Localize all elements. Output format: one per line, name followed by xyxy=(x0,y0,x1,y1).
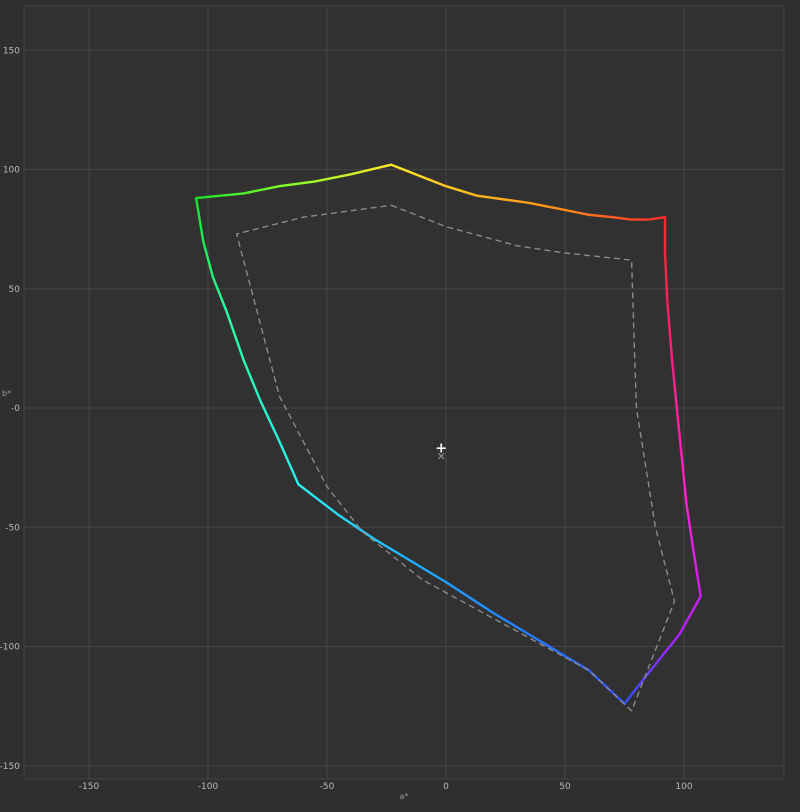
y-axis-label: b* xyxy=(2,389,11,398)
x-tick-label: 100 xyxy=(675,782,692,792)
x-tick-label: -50 xyxy=(320,782,335,792)
x-axis-label: a* xyxy=(400,792,409,801)
y-tick-label: 100 xyxy=(3,166,20,176)
center-markers: +× xyxy=(435,441,447,463)
y-tick-label: -0 xyxy=(11,404,20,414)
x-tick-label: 50 xyxy=(559,782,571,792)
y-tick-label: 50 xyxy=(9,285,21,295)
x-tick-label: 0 xyxy=(443,782,449,792)
plot-background xyxy=(23,5,785,780)
y-tick-label: -50 xyxy=(5,523,20,533)
y-tick-label: -100 xyxy=(0,643,20,653)
gamut-chart: +× -150 -100 -50 0 50 100 150 100 50 -0 -50 -100 -15… xyxy=(0,5,785,801)
y-tick-label: -150 xyxy=(0,762,20,772)
x-tick-label: -150 xyxy=(79,782,100,792)
reference-white-marker: × xyxy=(437,450,446,463)
x-tick-label: -100 xyxy=(198,782,219,792)
y-tick-label: 150 xyxy=(3,46,20,56)
